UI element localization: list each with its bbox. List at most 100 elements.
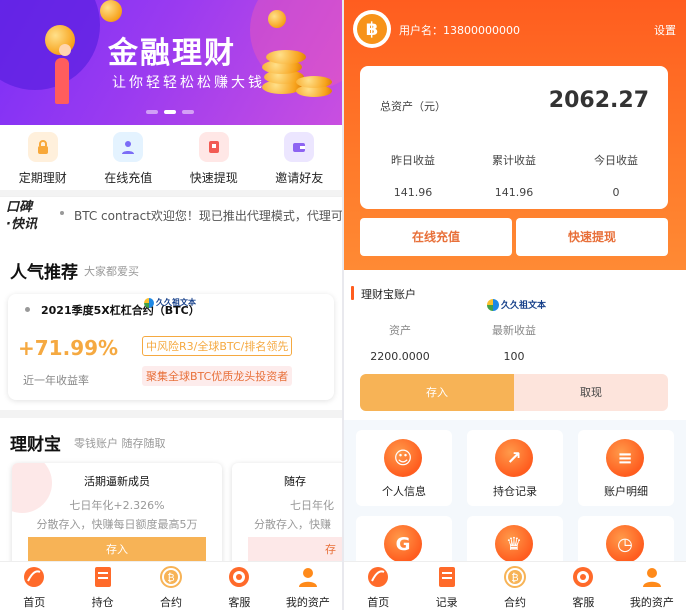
home-icon [22,565,46,589]
document-icon [435,565,459,589]
savings-card-title: 活期逼新成员 [84,475,150,488]
quick-action-label: 邀请好友 [275,171,324,185]
risk-tag: 中风险R3/全球BTC/排名领先 [142,336,293,356]
investor-tag: 聚集全球BTC优质龙头投资者 [142,366,293,386]
list-icon: ≡ [606,439,644,477]
tab-label: 我的资产 [629,596,674,609]
bitcoin-icon: ฿ [357,14,387,44]
tab-label: 我的资产 [285,596,330,609]
savings-card[interactable]: 随存 七日年化 分散存入，快赚 存 [232,463,342,573]
deposit-button[interactable]: 存 [248,537,342,563]
tab-my-assets[interactable]: 我的资产 [618,562,686,610]
tab-label: 合约 [160,596,183,609]
account-header: ฿ 用户名：13800000000 设置 总资产（元） 2062.27 昨日收益… [344,0,686,270]
tab-label: 合约 [504,596,527,609]
support-icon [227,565,251,589]
bottom-tab-bar: 首页 记录 ₿ 合约 客服 我的资产 [344,561,686,610]
svg-text:₿: ₿ [511,572,518,584]
tab-label: 持仓 [91,596,114,609]
savings-card-rate: 七日年化+2.326% [69,499,165,512]
savings-card-desc: 分散存入，快赚每日额度最高5万 [36,518,198,531]
withdraw-icon [198,132,229,162]
tab-contract[interactable]: ₿ 合约 [481,562,549,610]
cash-out-button[interactable]: 取现 [514,374,668,411]
quick-action-label: 快速提现 [189,171,238,185]
settings-link[interactable]: 设置 [654,22,676,38]
news-text: BTC contract欢迎您！现已推出代理模式，代理可 [74,209,342,223]
banner-title: 金融理财 [108,36,236,71]
treasure-account-title: 理财宝账户 [361,288,416,301]
grid-item-profile[interactable]: ☺ 个人信息 [356,430,452,506]
bottom-tab-bar: 首页 持仓 ₿ 合约 客服 我的资产 [0,561,342,610]
savings-card-title: 随存 [284,475,306,488]
recharge-button[interactable]: 在线充值 [360,218,512,256]
tab-support[interactable]: 客服 [205,562,273,610]
savings-card[interactable]: 活期逼新成员 七日年化+2.326% 分散存入，快赚每日额度最高5万 存入 [12,463,222,573]
wallet-icon [284,132,315,162]
savings-card-rate: 七日年化 [290,499,334,512]
deposit-button[interactable]: 存入 [28,537,206,563]
tab-records[interactable]: 记录 [412,562,480,610]
feature-grid: ☺ 个人信息 ↗ 持仓记录 ≡ 账户明细 G ♛ ◷ [344,420,686,592]
banner-subtitle: 让你轻轻松松赚大钱 [112,75,265,91]
user-icon [113,132,144,162]
tab-label: 记录 [435,596,458,609]
tab-label: 客服 [572,596,595,609]
bitcoin-icon: ₿ [503,565,527,589]
username: 用户名：13800000000 [399,24,520,37]
news-logo: 口碑 ·快讯 [6,200,37,232]
quick-action-label: 在线充值 [104,171,153,185]
product-rate: +71.99% [18,336,119,360]
quick-action-withdraw[interactable]: 快速提现 [171,126,257,190]
trophy-icon: ♛ [495,525,533,563]
chart-icon: ↗ [495,439,533,477]
news-ticker[interactable]: 口碑 ·快讯 BTC contract欢迎您！现已推出代理模式，代理可 [0,196,342,238]
quick-action-regular-finance[interactable]: 定期理财 [0,126,86,190]
tab-label: 首页 [367,596,390,609]
total-assets-value: 2062.27 [548,88,649,113]
person-icon [640,565,664,589]
quick-actions: 定期理财 在线充值 快速提现 邀请好友 [0,126,342,190]
account-assets: 资产 2200.0000 [370,324,430,363]
refresh-icon: G [384,525,422,563]
person-icon [296,565,320,589]
deposit-button[interactable]: 存入 [360,374,514,411]
tab-home[interactable]: 首页 [344,562,412,610]
tab-label: 首页 [23,596,46,609]
stat-today: 今日收益 0 [594,154,638,199]
svg-text:₿: ₿ [167,572,174,584]
carousel-dots[interactable] [146,110,194,114]
document-icon [91,565,115,589]
tab-positions[interactable]: 持仓 [68,562,136,610]
home-icon [366,565,390,589]
tab-support[interactable]: 客服 [549,562,617,610]
lock-icon [27,132,58,162]
product-rate-label: 近一年收益率 [23,374,89,387]
tab-my-assets[interactable]: 我的资产 [274,562,342,610]
popular-title: 人气推荐 [10,263,78,283]
asset-summary-card: 总资产（元） 2062.27 昨日收益 141.96 累计收益 141.96 今… [360,66,668,209]
treasure-account: 理财宝账户 久久祖文本 资产 2200.0000 最新收益 100 存入 取现 [344,270,686,420]
total-assets-label: 总资产（元） [380,100,446,113]
watermark: 久久祖文本 [487,298,546,311]
support-icon [571,565,595,589]
quick-action-recharge[interactable]: 在线充值 [86,126,172,190]
stat-cumulative: 累计收益 141.96 [492,154,536,199]
tab-contract[interactable]: ₿ 合约 [137,562,205,610]
grid-item-account-details[interactable]: ≡ 账户明细 [578,430,674,506]
bitcoin-icon: ₿ [159,565,183,589]
watermark: 久久祖文本 [144,297,196,308]
savings-card-desc: 分散存入，快赚 [254,518,331,531]
tab-home[interactable]: 首页 [0,562,68,610]
withdraw-button[interactable]: 快速提现 [516,218,668,256]
clock-icon: ◷ [606,525,644,563]
treasure-subtitle: 零钱账户 随存随取 [74,437,166,450]
treasure-title: 理财宝 [10,435,61,455]
quick-action-invite[interactable]: 邀请好友 [257,126,343,190]
grid-item-position-records[interactable]: ↗ 持仓记录 [467,430,563,506]
tab-label: 客服 [228,596,251,609]
quick-action-label: 定期理财 [18,171,67,185]
promo-banner[interactable]: 金融理财 让你轻轻松松赚大钱 [0,0,342,125]
account-latest-yield: 最新收益 100 [492,324,536,363]
product-card[interactable]: 2021季度5X杠杠合约（BTC） 久久祖文本 +71.99% 近一年收益率 中… [8,294,334,400]
